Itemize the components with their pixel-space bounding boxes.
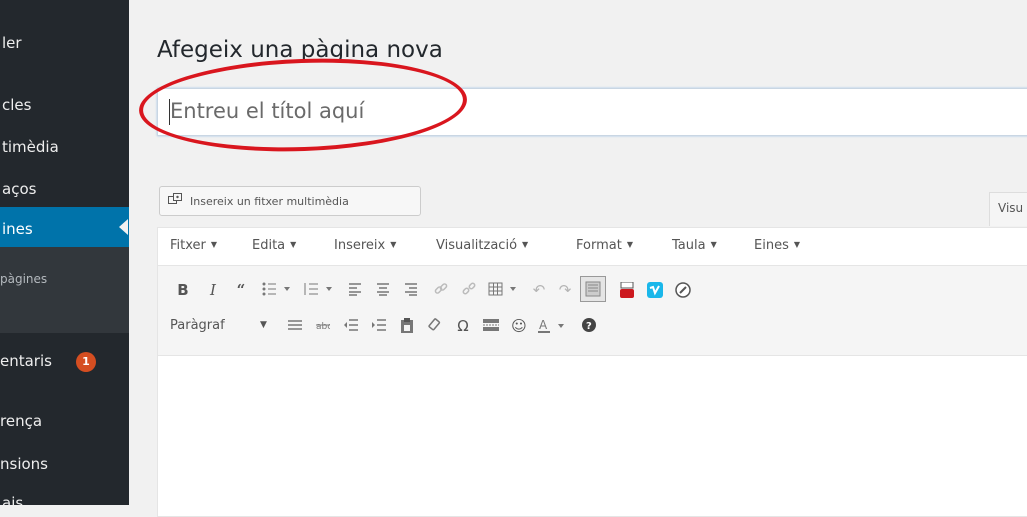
menu-file[interactable]: Fitxer ▼ [170, 238, 217, 253]
sidebar-item-label: nsions [0, 455, 48, 473]
italic-icon[interactable]: I [202, 278, 224, 302]
sidebar-item-label: aços [2, 180, 37, 198]
format-select-value: Paràgraf [170, 318, 225, 333]
undo-icon[interactable]: ↶ [528, 278, 550, 302]
chevron-down-icon: ▼ [260, 320, 267, 330]
add-media-label: Insereix un fitxer multimèdia [190, 195, 349, 208]
indent-icon[interactable] [368, 314, 390, 338]
add-media-button[interactable]: Insereix un fitxer multimèdia [159, 186, 421, 216]
svg-text:A: A [539, 318, 548, 332]
align-right-icon[interactable] [400, 278, 422, 302]
menu-view[interactable]: Visualització ▼ [436, 238, 528, 253]
chevron-down-icon: ▼ [626, 240, 633, 249]
title-input[interactable] [170, 97, 770, 125]
comments-count-badge: 1 [76, 352, 96, 372]
editor-menubar: Fitxer ▼ Edita ▼ Insereix ▼ Visualització ▼ … [158, 228, 1027, 266]
sidebar-item-label: entaris [0, 352, 52, 370]
more-tag-icon[interactable] [480, 314, 502, 338]
sidebar-item-label: cles [2, 96, 32, 114]
special-char-icon[interactable]: Ω [452, 314, 474, 338]
align-center-icon[interactable] [372, 278, 394, 302]
unlink-icon[interactable] [458, 278, 480, 302]
clear-formatting-icon[interactable] [424, 314, 446, 338]
paste-text-icon[interactable] [396, 314, 418, 338]
sidebar-item-label: timèdia [2, 138, 59, 156]
menu-insert[interactable]: Insereix ▼ [334, 238, 396, 253]
bold-icon[interactable]: B [172, 278, 194, 302]
media-icon [168, 193, 183, 211]
main-content: Afegeix una pàgina nova Insereix un fitx… [129, 0, 1027, 517]
svg-text:abc: abc [316, 322, 330, 332]
page-title: Afegeix una pàgina nova [157, 37, 443, 63]
align-left-icon[interactable] [344, 278, 366, 302]
content-editor: Fitxer ▼ Edita ▼ Insereix ▼ Visualització ▼ … [157, 227, 1027, 517]
svg-text:?: ? [586, 321, 592, 332]
numbered-list-icon[interactable] [302, 278, 336, 302]
table-icon[interactable] [486, 278, 520, 302]
chevron-down-icon: ▼ [710, 240, 717, 249]
fullscreen-icon[interactable] [580, 276, 606, 302]
emoticon-icon[interactable]: ☺ [508, 314, 530, 338]
blockquote-icon[interactable]: “ [230, 278, 252, 302]
chevron-down-icon: ▼ [210, 240, 218, 249]
sidebar-item-label: rença [0, 412, 43, 430]
text-color-icon[interactable]: A [536, 314, 570, 338]
menu-format[interactable]: Format ▼ [576, 238, 633, 253]
admin-sidebar: ler cles timèdia aços ines pàgines entar… [0, 0, 129, 505]
title-field-wrapper [157, 88, 1027, 136]
sidebar-item-label: ler [2, 34, 22, 52]
chevron-down-icon: ▼ [390, 240, 397, 249]
flash-icon[interactable] [672, 278, 694, 302]
horizontal-line-icon[interactable] [284, 314, 306, 338]
sidebar-item-label: ais [2, 494, 24, 505]
sidebar-active-arrow [119, 219, 128, 235]
chevron-down-icon: ▼ [522, 240, 529, 249]
redo-icon[interactable]: ↷ [554, 278, 576, 302]
sidebar-item-label: ines [2, 220, 33, 238]
menu-table[interactable]: Taula ▼ [672, 238, 717, 253]
chevron-down-icon: ▼ [290, 240, 297, 249]
sidebar-submenu [0, 247, 129, 333]
menu-tools[interactable]: Eines ▼ [754, 238, 800, 253]
help-icon[interactable]: ? [578, 314, 600, 338]
editor-content-area[interactable] [158, 356, 1027, 516]
sidebar-subitem-label: pàgines [0, 272, 48, 286]
bullet-list-icon[interactable] [260, 278, 294, 302]
chevron-down-icon: ▼ [793, 240, 800, 249]
strikethrough-icon[interactable]: abc [312, 314, 334, 338]
outdent-icon[interactable] [340, 314, 362, 338]
format-select[interactable]: Paràgraf ▼ [166, 314, 276, 338]
menu-edit[interactable]: Edita ▼ [252, 238, 296, 253]
link-icon[interactable] [430, 278, 452, 302]
tab-visual[interactable]: Visu [989, 192, 1027, 226]
editor-toolbar: B I “ ↶ ↷ Paràgraf ▼ abc Ω ☺ A ? [158, 266, 1027, 356]
youtube-icon[interactable] [616, 278, 638, 302]
vimeo-icon[interactable] [644, 278, 666, 302]
